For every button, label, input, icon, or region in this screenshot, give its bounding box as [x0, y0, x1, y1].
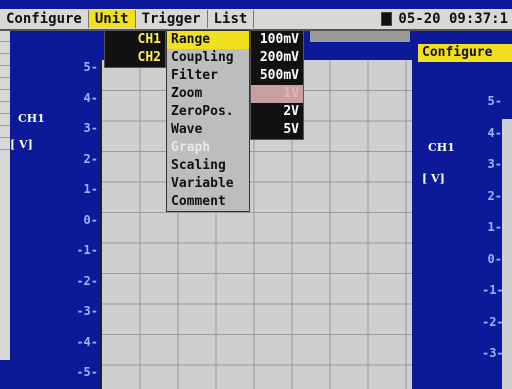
right-y-tick-label: 2-	[487, 188, 502, 203]
channel-item-ch1[interactable]: CH1	[105, 31, 165, 49]
datetime: 05-20 09:37:1	[398, 11, 508, 27]
right-unit-label: [ V]	[422, 172, 445, 185]
range-item-500mv[interactable]: 500mV	[251, 67, 303, 85]
right-y-tick-label: -3-	[482, 346, 504, 360]
y-tick-label: 0-	[83, 212, 98, 227]
menu-trigger[interactable]: Trigger	[136, 10, 208, 28]
right-y-tick-label: 0-	[487, 251, 502, 266]
unit-menu: Range Coupling Filter Zoom ZeroPos. Wave…	[166, 30, 250, 212]
unit-item-wave[interactable]: Wave	[167, 121, 249, 139]
y-tick-label: -4-	[76, 334, 98, 349]
y-tick-label: 4-	[83, 90, 98, 105]
range-item-100mv[interactable]: 100mV	[251, 31, 303, 49]
range-item-2v[interactable]: 2V	[251, 103, 303, 121]
unit-item-graph: Graph	[171, 140, 211, 155]
unit-item-coupling[interactable]: Coupling	[167, 49, 249, 67]
battery-icon	[381, 12, 393, 26]
menu-unit[interactable]: Unit	[88, 10, 136, 28]
right-y-tick-label: -1-	[482, 283, 504, 297]
y-tick-label: -3-	[76, 304, 98, 318]
right-channel-label: CH1	[428, 141, 455, 154]
range-item-1v[interactable]: 1V	[251, 85, 303, 103]
unit-item-variable[interactable]: Variable	[167, 175, 249, 193]
range-value-menu: 100mV 200mV 500mV 1V 2V 5V	[250, 30, 304, 140]
unit-item-scaling[interactable]: Scaling	[167, 157, 249, 175]
range-item-5v[interactable]: 5V	[251, 121, 303, 139]
range-item-200mv[interactable]: 200mV	[251, 49, 303, 67]
y-tick-label: 5-	[83, 60, 98, 74]
right-y-tick-label: 5-	[487, 94, 502, 108]
right-y-tick-label: 3-	[487, 157, 502, 171]
y-tick-label: 2-	[83, 151, 98, 166]
y-tick-label: 1-	[83, 182, 98, 196]
unit-item-comment[interactable]: Comment	[167, 193, 249, 211]
menu-list[interactable]: List	[208, 10, 255, 28]
y-tick-label: 3-	[83, 121, 98, 135]
right-y-tick-label: 4-	[487, 125, 502, 140]
channel-label: CH1	[18, 112, 45, 125]
unit-item-zeropos[interactable]: ZeroPos.	[167, 103, 249, 121]
main-y-axis: 5- 4- 3- 2- 1- 0- -1- -2- -3- -4- -5-	[72, 60, 98, 389]
y-tick-label: -5-	[76, 365, 98, 379]
unit-item-range[interactable]: Range	[167, 31, 249, 49]
unit-label: [ V]	[10, 138, 33, 151]
channel-item-ch2[interactable]: CH2	[105, 49, 165, 67]
unit-item-filter[interactable]: Filter	[167, 67, 249, 85]
y-tick-label: -1-	[76, 243, 98, 257]
title-strip	[310, 30, 410, 42]
unit-item-zoom[interactable]: Zoom	[167, 85, 249, 103]
channel-menu: CH1 CH2	[104, 30, 166, 68]
right-configure-panel: Configure CH1 [ V] 5- 4- 3- 2- 1- 0- -1- -2- -3-	[418, 44, 512, 389]
right-y-tick-label: 1-	[487, 220, 502, 234]
right-panel-title[interactable]: Configure	[418, 44, 512, 62]
menu-configure[interactable]: Configure	[0, 10, 89, 28]
status-area: 05-20 09:37:1	[381, 11, 512, 27]
menu-bar: Configure Unit Trigger List 05-20 09:37:…	[0, 9, 512, 31]
right-y-tick-label: -2-	[482, 314, 504, 329]
y-tick-label: -2-	[76, 273, 98, 288]
